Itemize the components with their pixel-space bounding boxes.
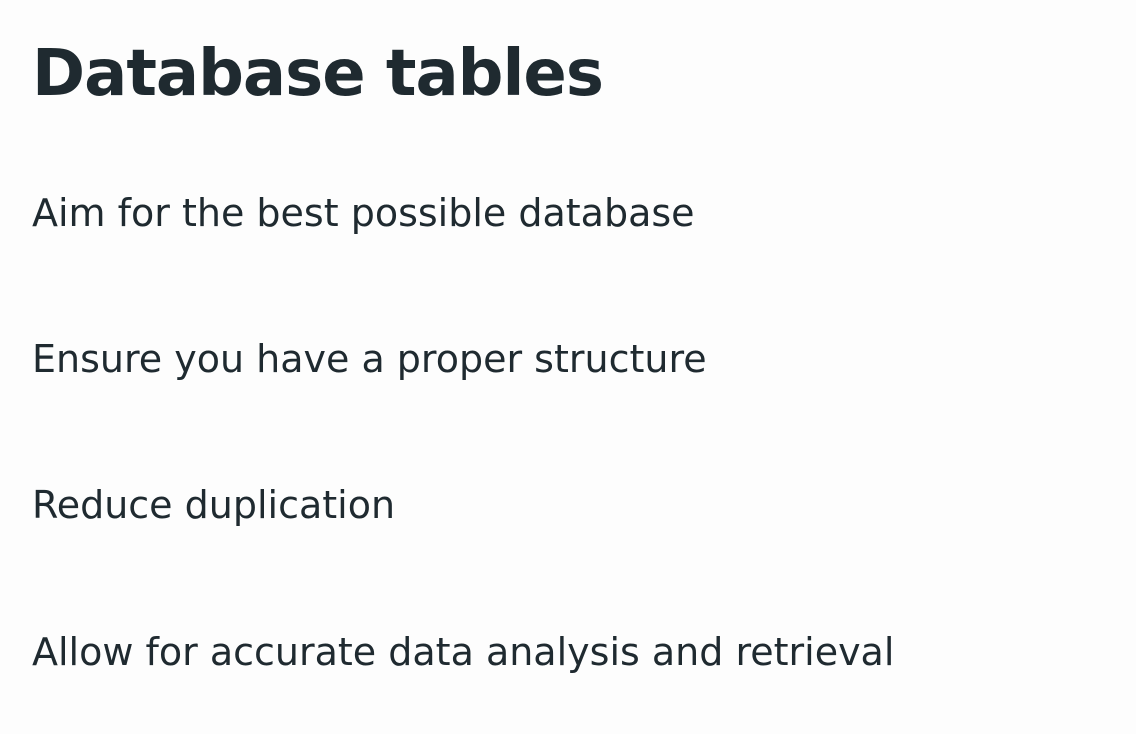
slide-title: Database tables (32, 37, 604, 111)
slide: Database tables Aim for the best possibl… (0, 0, 1136, 734)
bullet-point: Reduce duplication (32, 483, 396, 527)
bullet-point: Aim for the best possible database (32, 191, 695, 235)
bullet-point: Ensure you have a proper structure (32, 337, 707, 381)
bullet-point: Allow for accurate data analysis and ret… (32, 630, 895, 674)
